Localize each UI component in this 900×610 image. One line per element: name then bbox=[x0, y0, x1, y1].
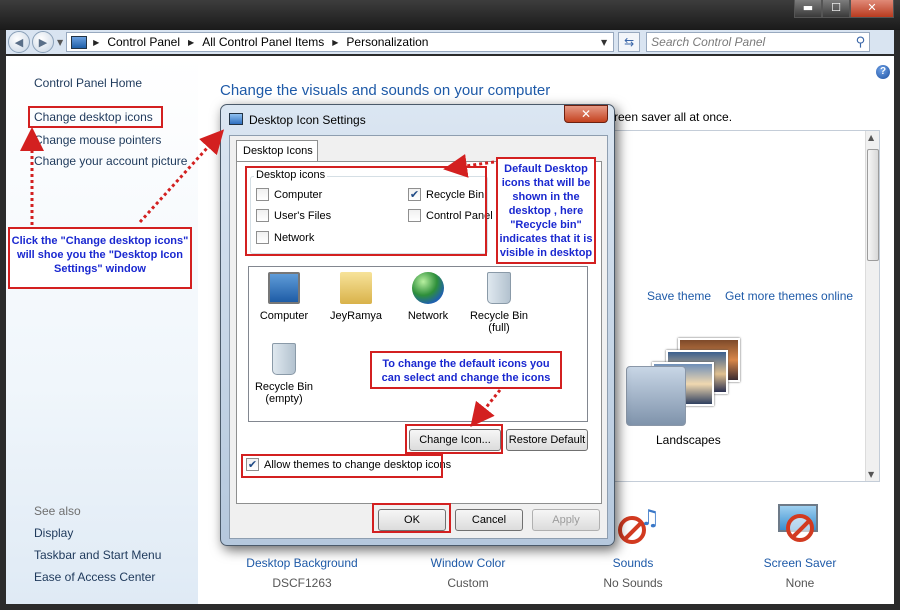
screen-saver-value: None bbox=[785, 576, 815, 590]
highlight-ok bbox=[372, 503, 451, 533]
computer-icon bbox=[268, 272, 300, 304]
icon-item-label: JeyRamya bbox=[330, 310, 382, 322]
desktop-background-label: Desktop Background bbox=[246, 556, 358, 570]
music-note-icon: ♫ bbox=[640, 506, 660, 531]
back-arrow-icon: ◀ bbox=[14, 35, 24, 49]
breadcrumb-control-panel[interactable]: Control Panel bbox=[107, 35, 180, 49]
sidebar-change-mouse-pointers[interactable]: Change mouse pointers bbox=[34, 133, 161, 147]
desktop-background-value: DSCF1263 bbox=[272, 576, 332, 590]
see-also-taskbar[interactable]: Taskbar and Start Menu bbox=[34, 548, 161, 562]
breadcrumb[interactable]: ▶ Control Panel ▶ All Control Panel Item… bbox=[66, 32, 615, 52]
maximize-button[interactable]: ☐ bbox=[822, 0, 850, 18]
icon-item-network[interactable]: Network bbox=[388, 272, 468, 322]
scroll-down-icon[interactable]: ▼ bbox=[868, 470, 874, 479]
control-panel-icon bbox=[71, 35, 88, 49]
search-input[interactable] bbox=[651, 35, 856, 49]
tab-desktop-icons[interactable]: Desktop Icons bbox=[236, 140, 318, 162]
help-icon[interactable]: ? bbox=[876, 65, 890, 79]
get-more-themes-link[interactable]: Get more themes online bbox=[725, 289, 853, 303]
screen-saver-item[interactable]: Screen Saver None bbox=[758, 556, 842, 590]
dialog-icon bbox=[229, 113, 243, 125]
address-bar: ◀ ▶ ▼ ▶ Control Panel ▶ All Control Pane… bbox=[6, 30, 894, 54]
see-also-display[interactable]: Display bbox=[34, 526, 73, 540]
forward-arrow-icon: ▶ bbox=[38, 35, 48, 49]
breadcrumb-all-items[interactable]: All Control Panel Items bbox=[202, 35, 324, 49]
window-color-item[interactable]: Window Color Custom bbox=[420, 556, 516, 590]
breadcrumb-arrow-icon[interactable]: ▶ bbox=[93, 38, 99, 47]
user-folder-icon bbox=[340, 272, 372, 304]
recycle-bin-full-icon bbox=[487, 272, 511, 304]
search-box: ⚲ bbox=[646, 32, 871, 52]
save-theme-link[interactable]: Save theme bbox=[647, 289, 711, 303]
sidebar: Control Panel Home Change desktop icons … bbox=[6, 56, 198, 604]
screen-saver-icon bbox=[786, 514, 814, 542]
forward-button[interactable]: ▶ bbox=[32, 31, 54, 53]
callout-change-icons: To change the default icons you can sele… bbox=[370, 351, 562, 389]
scroll-up-icon[interactable]: ▲ bbox=[868, 133, 874, 142]
minimize-button[interactable]: ▬ bbox=[794, 0, 822, 18]
sidebar-change-account-picture[interactable]: Change your account picture bbox=[34, 154, 187, 168]
sounds-value: No Sounds bbox=[603, 576, 663, 590]
back-button[interactable]: ◀ bbox=[8, 31, 30, 53]
page-description: reen saver all at once. bbox=[614, 110, 733, 124]
sidebar-control-panel-home[interactable]: Control Panel Home bbox=[34, 76, 142, 90]
icon-item-label: Computer bbox=[259, 310, 309, 322]
scrollbar-thumb[interactable] bbox=[867, 149, 879, 261]
search-icon[interactable]: ⚲ bbox=[856, 35, 866, 50]
dialog-close-button[interactable]: ✕ bbox=[564, 105, 608, 123]
themes-panel: ▲ ▼ bbox=[612, 130, 880, 482]
window-controls: ▬ ☐ ✕ bbox=[794, 0, 894, 18]
dialog-title: Desktop Icon Settings bbox=[249, 113, 366, 127]
highlight-desktop-icons-group bbox=[245, 166, 487, 256]
icon-item-computer[interactable]: Computer bbox=[244, 272, 324, 322]
recycle-bin-empty-icon bbox=[272, 343, 296, 375]
icon-item-label: Recycle Bin (empty) bbox=[254, 381, 314, 405]
icon-item-user-files[interactable]: JeyRamya bbox=[316, 272, 396, 322]
themes-scrollbar[interactable]: ▲ ▼ bbox=[865, 131, 879, 481]
sidebar-change-desktop-icons[interactable]: Change desktop icons bbox=[34, 110, 153, 124]
restore-default-button[interactable]: Restore Default bbox=[506, 429, 588, 451]
window-color-value: Custom bbox=[447, 576, 489, 590]
refresh-icon: ⇆ bbox=[624, 35, 635, 49]
sounds-item[interactable]: Sounds No Sounds bbox=[590, 556, 676, 590]
icon-item-recycle-bin-empty[interactable]: Recycle Bin (empty) bbox=[244, 343, 324, 405]
window-titlebar: ▬ ☐ ✕ bbox=[0, 0, 900, 30]
see-also-header: See also bbox=[34, 504, 81, 518]
icon-item-label: Recycle Bin (full) bbox=[469, 310, 529, 334]
callout-default-icons: Default Desktop icons that will be shown… bbox=[496, 157, 596, 264]
callout-click-change-icons: Click the "Change desktop icons" will sh… bbox=[8, 227, 192, 289]
see-also-ease-of-access[interactable]: Ease of Access Center bbox=[34, 570, 155, 584]
close-button[interactable]: ✕ bbox=[850, 0, 894, 18]
refresh-button[interactable]: ⇆ bbox=[618, 32, 641, 52]
landscape-thumbnail bbox=[626, 366, 686, 426]
window-color-label: Window Color bbox=[430, 556, 506, 570]
icon-item-label: Network bbox=[407, 310, 449, 322]
landscapes-label: Landscapes bbox=[656, 433, 721, 447]
icon-item-recycle-bin-full[interactable]: Recycle Bin (full) bbox=[459, 272, 539, 334]
desktop-background-item[interactable]: Desktop Background DSCF1263 bbox=[240, 556, 364, 590]
sounds-label: Sounds bbox=[612, 556, 654, 570]
highlight-allow-themes bbox=[241, 454, 443, 478]
breadcrumb-arrow-icon[interactable]: ▶ bbox=[188, 38, 194, 47]
apply-button: Apply bbox=[532, 509, 600, 531]
page-title: Change the visuals and sounds on your co… bbox=[220, 82, 551, 99]
network-icon bbox=[412, 272, 444, 304]
cancel-button[interactable]: Cancel bbox=[455, 509, 523, 531]
highlight-change-icon bbox=[405, 424, 503, 454]
screen-saver-label: Screen Saver bbox=[763, 556, 837, 570]
breadcrumb-arrow-icon[interactable]: ▶ bbox=[332, 38, 338, 47]
breadcrumb-personalization[interactable]: Personalization bbox=[346, 35, 428, 49]
address-dropdown-icon[interactable]: ▼ bbox=[601, 38, 607, 47]
recent-pages-dropdown-icon[interactable]: ▼ bbox=[57, 38, 63, 47]
